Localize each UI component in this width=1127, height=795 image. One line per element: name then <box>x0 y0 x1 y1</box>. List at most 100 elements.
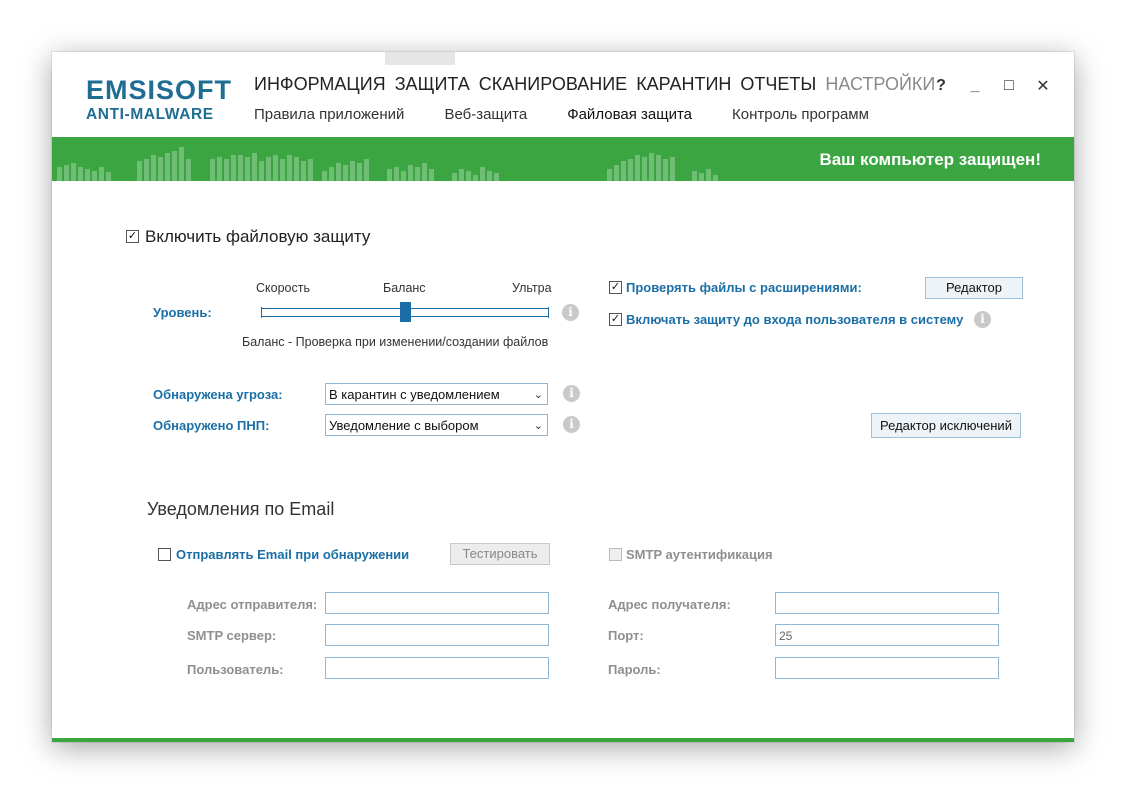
smtp-server-label: SMTP сервер: <box>187 628 277 643</box>
sender-address-input[interactable] <box>325 592 549 614</box>
tab-web-protection[interactable]: Веб-защита <box>444 106 527 123</box>
level-option-ultra: Ультра <box>512 281 552 295</box>
exclusions-editor-button[interactable]: Редактор исключений <box>871 413 1021 438</box>
tab-file-protection[interactable]: Файловая защита <box>567 106 692 123</box>
activity-bar <box>614 165 619 181</box>
activity-bar <box>64 165 69 181</box>
activity-bar <box>92 171 97 181</box>
activity-bar <box>106 172 111 181</box>
activity-bar <box>165 153 170 181</box>
maximize-button[interactable]: □ <box>1002 77 1016 95</box>
info-icon[interactable]: i <box>563 385 580 402</box>
activity-bar <box>308 159 313 181</box>
nav-settings[interactable]: НАСТРОЙКИ <box>825 74 935 95</box>
activity-bar <box>231 155 236 181</box>
activity-bar <box>429 169 434 181</box>
activity-bar <box>628 159 633 181</box>
level-label: Уровень: <box>153 305 212 320</box>
nav-reports[interactable]: ОТЧЕТЫ <box>740 74 816 95</box>
activity-bar <box>172 151 177 181</box>
check-extensions-label: Проверять файлы с расширениями: <box>626 280 862 295</box>
tab-program-control[interactable]: Контроль программ <box>732 106 869 123</box>
activity-bar <box>238 155 243 181</box>
nav-protection[interactable]: ЗАЩИТА <box>395 74 470 95</box>
activity-bar <box>649 153 654 181</box>
password-input[interactable] <box>775 657 999 679</box>
level-description: Баланс - Проверка при изменении/создании… <box>242 335 549 349</box>
level-option-speed: Скорость <box>256 281 310 295</box>
smtp-auth-label: SMTP аутентификация <box>626 547 773 562</box>
logo-sub-text: ANTI-MALWARE <box>86 106 214 123</box>
help-button[interactable]: ? <box>934 77 948 95</box>
pre-login-protection-checkbox[interactable]: ✓ <box>609 313 622 326</box>
app-window: EMSISOFT ANTI-MALWARE ИНФОРМАЦИЯ ЗАЩИТА … <box>52 52 1074 742</box>
activity-bar <box>210 159 215 181</box>
activity-bar <box>137 161 142 181</box>
activity-bar <box>322 171 327 181</box>
minimize-button[interactable]: _ <box>968 77 982 95</box>
port-input[interactable]: 25 <box>775 624 999 646</box>
activity-bar <box>158 157 163 181</box>
nav-scan[interactable]: СКАНИРОВАНИЕ <box>479 74 627 95</box>
check-extensions-checkbox[interactable]: ✓ <box>609 281 622 294</box>
activity-bar <box>71 163 76 181</box>
activity-bar <box>642 157 647 181</box>
bottom-accent-line <box>52 738 1074 742</box>
main-nav: ИНФОРМАЦИЯ ЗАЩИТА СКАНИРОВАНИЕ КАРАНТИН … <box>254 74 935 95</box>
activity-bar <box>78 167 83 181</box>
status-bar: Ваш компьютер защищен! <box>52 137 1074 181</box>
activity-bar <box>186 159 191 181</box>
status-text: Ваш компьютер защищен! <box>819 150 1041 169</box>
activity-bar <box>294 157 299 181</box>
extensions-editor-button[interactable]: Редактор <box>925 277 1023 299</box>
activity-bar <box>364 159 369 181</box>
activity-bar <box>224 159 229 181</box>
activity-bar <box>480 167 485 181</box>
activity-bar <box>266 157 271 181</box>
enable-file-protection-label: Включить файловую защиту <box>145 227 371 246</box>
window-drag-handle[interactable] <box>385 52 455 65</box>
enable-file-protection-checkbox[interactable]: ✓ <box>126 230 139 243</box>
activity-bar <box>280 159 285 181</box>
username-input[interactable] <box>325 657 549 679</box>
activity-bar <box>487 171 492 181</box>
activity-bar <box>301 161 306 181</box>
activity-bar <box>245 157 250 181</box>
test-email-button[interactable]: Тестировать <box>450 543 550 565</box>
activity-bar <box>144 159 149 181</box>
info-icon[interactable]: i <box>563 416 580 433</box>
activity-bar <box>259 161 264 181</box>
tab-app-rules[interactable]: Правила приложений <box>254 106 404 123</box>
close-button[interactable]: ✕ <box>1036 76 1050 96</box>
activity-bar <box>459 169 464 181</box>
activity-bar <box>151 155 156 181</box>
pup-action-select[interactable]: Уведомление с выбором ⌄ <box>325 414 548 436</box>
username-label: Пользователь: <box>187 662 284 677</box>
smtp-server-input[interactable] <box>325 624 549 646</box>
activity-bar <box>408 165 413 181</box>
nav-info[interactable]: ИНФОРМАЦИЯ <box>254 74 386 95</box>
threat-action-select[interactable]: В карантин с уведомлением ⌄ <box>325 383 548 405</box>
activity-bar <box>607 169 612 181</box>
activity-bar <box>466 171 471 181</box>
activity-bar <box>656 155 661 181</box>
chevron-down-icon: ⌄ <box>533 420 543 432</box>
smtp-auth-checkbox[interactable] <box>609 548 622 561</box>
activity-bar <box>287 155 292 181</box>
activity-bar <box>415 167 420 181</box>
level-slider-thumb[interactable] <box>400 302 411 322</box>
window-controls: ? _ □ ✕ <box>934 76 1050 96</box>
nav-quarantine[interactable]: КАРАНТИН <box>636 74 731 95</box>
send-email-checkbox[interactable] <box>158 548 171 561</box>
activity-bar <box>85 169 90 181</box>
info-icon[interactable]: i <box>974 311 991 328</box>
recipient-address-label: Адрес получателя: <box>608 597 731 612</box>
recipient-address-input[interactable] <box>775 592 999 614</box>
info-icon[interactable]: i <box>562 304 579 321</box>
pup-action-label: Обнаружено ПНП: <box>153 418 270 433</box>
activity-bar <box>473 175 478 181</box>
activity-bar <box>621 161 626 181</box>
activity-bar <box>387 169 392 181</box>
level-slider[interactable] <box>261 302 549 322</box>
threat-action-label: Обнаружена угроза: <box>153 387 283 402</box>
